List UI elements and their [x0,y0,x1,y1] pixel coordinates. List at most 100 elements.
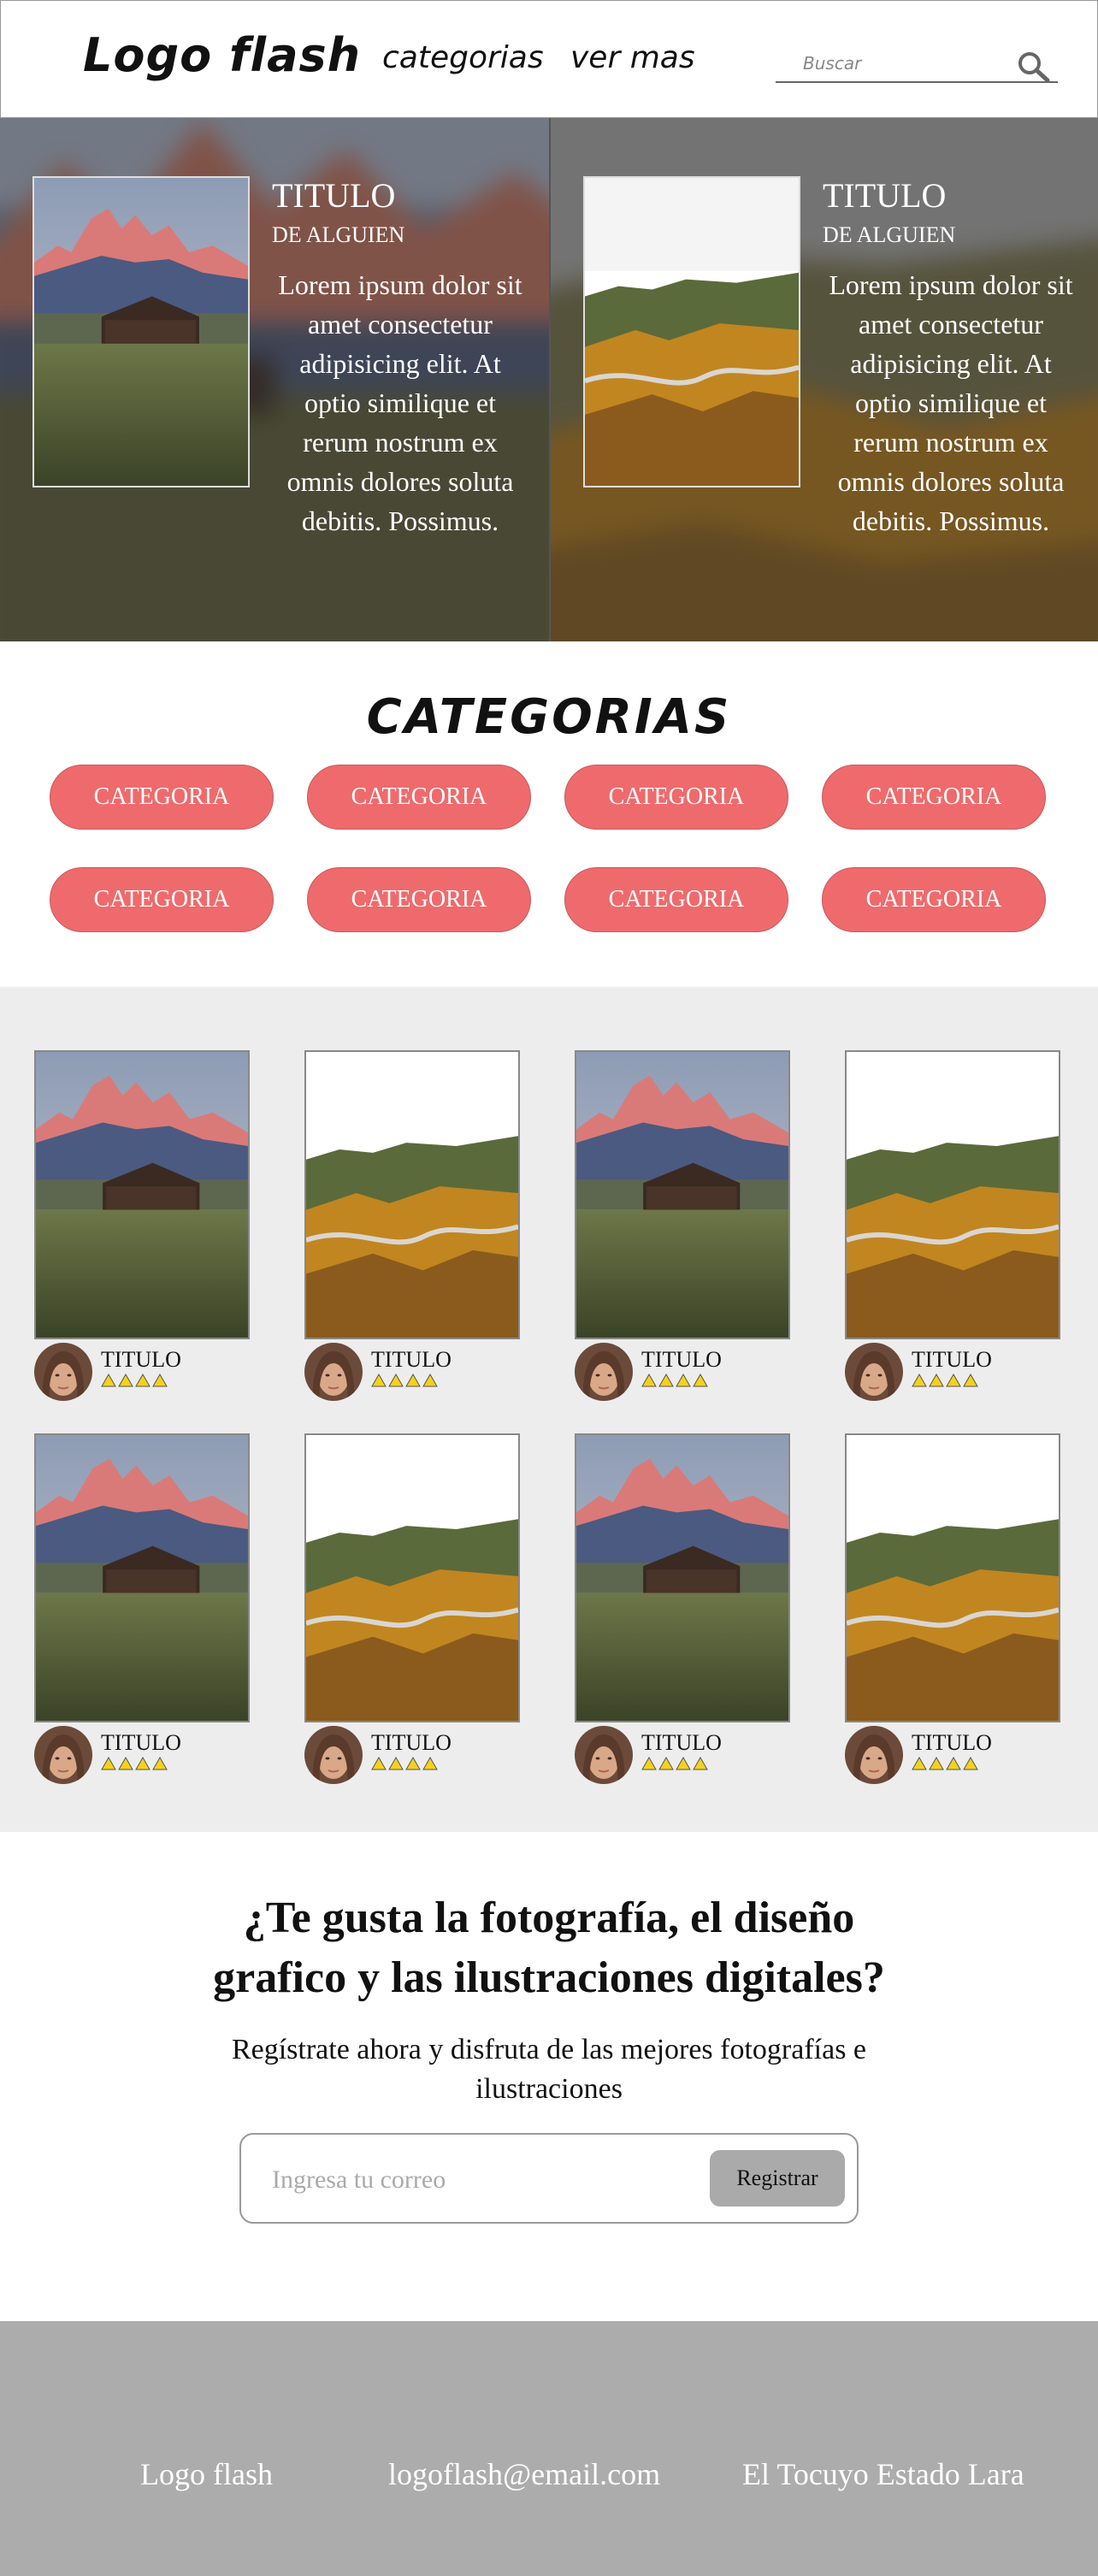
signup-title: ¿Te gusta la fotografía, el diseño grafi… [0,1888,1098,2008]
rating-star-icon [405,1756,421,1770]
footer-email[interactable]: logoflash@email.com [388,2456,660,2492]
rating-star-icon [693,1373,708,1387]
search-icon[interactable] [1015,49,1053,83]
gallery-card[interactable]: TITULO [845,1433,1060,1784]
rating-stars [371,1756,452,1770]
register-button[interactable]: Registrar [710,2150,845,2207]
gallery-card[interactable]: TITULO [34,1050,250,1401]
card-image-autumn-valley-road[interactable] [304,1433,520,1722]
card-info: TITULO [641,1726,722,1770]
card-meta: TITULO [34,1343,250,1401]
rating-star-icon [929,1756,944,1770]
gallery-card[interactable]: TITULO [575,1433,790,1784]
card-title: TITULO [101,1347,181,1372]
card-meta: TITULO [575,1726,790,1784]
rating-stars [641,1756,722,1770]
gallery-card[interactable]: TITULO [845,1050,1060,1401]
rating-star-icon [371,1373,387,1387]
card-meta: TITULO [845,1343,1060,1401]
card-title: TITULO [641,1730,722,1755]
signup-title-line-1: ¿Te gusta la fotografía, el diseño [243,1894,855,1942]
rating-star-icon [693,1756,708,1770]
categories-title: CATEGORIAS [366,689,732,745]
email-field[interactable] [272,2160,682,2200]
rating-star-icon [963,1373,978,1387]
card-info: TITULO [101,1343,181,1387]
hero-panel-1[interactable]: TITULO DE ALGUIEN Lorem ipsum dolor sit … [0,118,549,641]
card-meta: TITULO [304,1343,520,1401]
card-info: TITULO [371,1343,452,1387]
avatar[interactable] [575,1726,633,1784]
rating-star-icon [118,1756,133,1770]
avatar[interactable] [34,1726,92,1784]
nav-link-categorias[interactable]: categorias [382,40,544,75]
signup-subtitle: Regístrate ahora y disfruta de las mejor… [0,2030,1098,2109]
card-image-mountain-barn[interactable] [34,1433,250,1722]
gallery-card[interactable]: TITULO [34,1433,250,1784]
avatar[interactable] [575,1343,633,1401]
card-meta: TITULO [575,1343,790,1401]
card-title: TITULO [912,1347,992,1372]
rating-star-icon [101,1373,116,1387]
hero-description: Lorem ipsum dolor sit amet consectetur a… [278,269,522,536]
category-button[interactable]: CATEGORIA [50,867,274,932]
category-button[interactable]: CATEGORIA [50,765,274,830]
gallery-card[interactable]: TITULO [304,1050,520,1401]
card-image-mountain-barn[interactable] [575,1433,790,1722]
site-logo[interactable]: Logo flash [83,28,361,82]
category-button[interactable]: CATEGORIA [822,765,1046,830]
card-info: TITULO [912,1726,992,1770]
signup-form: Registrar [239,2133,859,2224]
avatar[interactable] [304,1726,363,1784]
categories-section: CATEGORIAS CATEGORIA CATEGORIA CATEGORIA… [0,641,1098,987]
avatar[interactable] [34,1343,92,1401]
card-image-autumn-valley-road[interactable] [845,1050,1060,1339]
footer-logo[interactable]: Logo flash [140,2456,273,2492]
search-input[interactable] [776,47,998,80]
card-title: TITULO [912,1730,992,1755]
avatar[interactable] [845,1343,903,1401]
card-image-autumn-valley-road[interactable] [304,1050,520,1339]
rating-star-icon [371,1756,387,1770]
card-title: TITULO [371,1730,452,1755]
rating-star-icon [135,1756,151,1770]
rating-star-icon [912,1756,927,1770]
hero-title: TITULO [272,176,396,215]
hero-image-mountain-barn [32,176,250,487]
rating-star-icon [946,1756,961,1770]
rating-star-icon [422,1756,438,1770]
gallery-grid: TITULO TITULO TITULO TITULO TITULO TITULO TITU… [34,1050,1060,1784]
category-button[interactable]: CATEGORIA [822,867,1046,932]
signup-section: ¿Te gusta la fotografía, el diseño grafi… [0,1832,1098,2321]
card-info: TITULO [641,1343,722,1387]
categories-grid: CATEGORIA CATEGORIA CATEGORIA CATEGORIA … [50,765,1047,932]
hero-text-2: TITULO DE ALGUIEN Lorem ipsum dolor sit … [823,176,1079,541]
category-button[interactable]: CATEGORIA [307,867,531,932]
gallery-card[interactable]: TITULO [304,1433,520,1784]
site-footer: Logo flash logoflash@email.com El Tocuyo… [0,2321,1098,2576]
site-header: Logo flash categorias ver mas [0,0,1098,118]
card-title: TITULO [101,1730,181,1755]
rating-star-icon [658,1756,674,1770]
card-title: TITULO [371,1347,452,1372]
rating-stars [101,1373,181,1387]
category-button[interactable]: CATEGORIA [564,765,788,830]
card-image-autumn-valley-road[interactable] [845,1433,1060,1722]
rating-star-icon [641,1373,657,1387]
hero-section: TITULO DE ALGUIEN Lorem ipsum dolor sit … [0,118,1098,641]
rating-star-icon [641,1756,657,1770]
rating-stars [641,1373,722,1387]
gallery-section: TITULO TITULO TITULO TITULO TITULO TITULO TITU… [0,987,1098,1832]
rating-star-icon [405,1373,421,1387]
card-image-mountain-barn[interactable] [34,1050,250,1339]
gallery-card[interactable]: TITULO [575,1050,790,1401]
category-button[interactable]: CATEGORIA [564,867,788,932]
rating-stars [371,1373,452,1387]
avatar[interactable] [845,1726,903,1784]
hero-panel-2[interactable]: TITULO DE ALGUIEN Lorem ipsum dolor sit … [549,118,1098,641]
avatar[interactable] [304,1343,363,1401]
nav-link-ver-mas[interactable]: ver mas [570,40,695,75]
rating-star-icon [912,1373,927,1387]
category-button[interactable]: CATEGORIA [307,765,531,830]
card-image-mountain-barn[interactable] [575,1050,790,1339]
